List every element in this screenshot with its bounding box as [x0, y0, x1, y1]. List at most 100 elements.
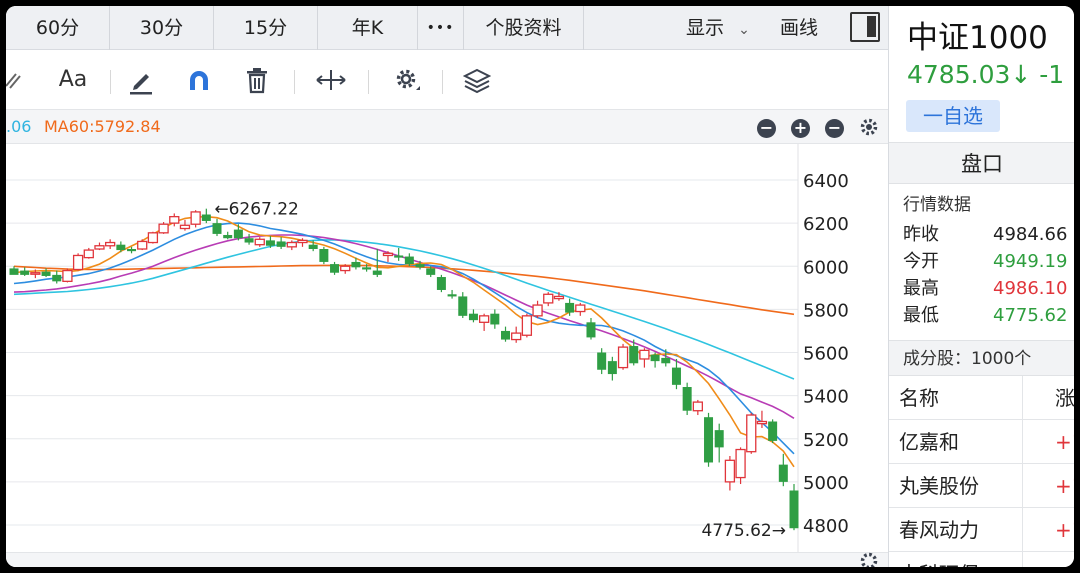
candle-body — [212, 223, 222, 234]
candle-body — [768, 421, 778, 441]
candle-body — [521, 315, 533, 336]
candle-body — [372, 270, 382, 275]
watchlist-button[interactable]: 一自选 — [906, 100, 1000, 132]
toolbar-divider — [294, 70, 295, 94]
quote-value: 4984.66 — [993, 224, 1068, 245]
candle-body — [478, 315, 490, 323]
candle-body — [543, 293, 554, 304]
candle-body — [746, 414, 757, 453]
y-tick-label: 5600 — [803, 344, 849, 365]
candle-body — [671, 367, 681, 385]
tab-stock-info[interactable]: 个股资料 — [464, 6, 584, 50]
quote-label: 最低 — [903, 305, 939, 326]
list-item[interactable]: 丸美股份 +1 — [889, 464, 1074, 508]
app-window: 60分 30分 15分 年K ••• 个股资料 显示 ⌄ 画线 Aa .06 M… — [6, 6, 1074, 567]
pen-icon[interactable] — [126, 62, 156, 98]
toolbar-divider — [368, 70, 369, 94]
layers-icon[interactable] — [462, 62, 492, 98]
candle-body — [254, 238, 265, 246]
candle-body — [83, 249, 94, 259]
quote-label: 昨收 — [903, 224, 939, 245]
candle-body — [394, 255, 404, 258]
kline-svg[interactable]: 6400 6200 6000 5800 5600 5400 5200 5000 4800 ←626… — [6, 144, 888, 554]
candle-body — [319, 249, 329, 262]
tab-yearly-k[interactable]: 年K — [318, 6, 418, 50]
candle-body — [650, 354, 660, 362]
tab-more[interactable]: ••• — [418, 6, 464, 50]
side-panel-toggle-icon[interactable] — [850, 12, 880, 42]
candle-body — [105, 241, 116, 247]
list-item-name: 春风动力 — [899, 518, 979, 542]
candle-body — [116, 244, 126, 251]
gear-icon[interactable] — [390, 62, 424, 98]
candle-body — [340, 265, 351, 272]
candle-body — [436, 277, 446, 290]
ma5-line — [13, 215, 795, 468]
candlestick-chart[interactable]: 6400 6200 6000 5800 5600 5400 5200 5000 4800 ←626… — [6, 144, 888, 554]
trash-icon[interactable] — [242, 62, 272, 98]
candle-body — [362, 267, 372, 270]
candle-body — [244, 238, 254, 243]
candle-body — [682, 387, 692, 411]
list-item[interactable]: 中科环保 — [889, 552, 1074, 567]
y-tick-label: 6000 — [803, 257, 849, 278]
candle-body — [532, 304, 543, 317]
candle-body — [458, 296, 468, 316]
gear-icon[interactable] — [858, 549, 880, 567]
candle-body — [415, 264, 425, 268]
gear-icon[interactable] — [858, 110, 880, 144]
column-divider — [1022, 376, 1023, 420]
drawing-tools-icon[interactable] — [6, 62, 28, 98]
font-button[interactable]: Aa — [52, 62, 94, 98]
list-item-change: +1 — [1055, 430, 1074, 454]
magnet-icon[interactable] — [184, 62, 214, 98]
candle-body — [597, 352, 607, 370]
candle-body — [276, 241, 286, 247]
candle-body — [629, 346, 639, 364]
candle-body — [297, 239, 308, 244]
quote-value: 4986.10 — [993, 278, 1068, 299]
candle-body — [490, 313, 500, 325]
candle-body — [9, 268, 19, 275]
candle-body — [704, 417, 714, 463]
display-label: 显示 — [686, 17, 725, 39]
candle-body — [20, 270, 30, 275]
candle-body — [501, 330, 511, 340]
candle-body — [617, 346, 629, 369]
candle-body — [158, 223, 169, 234]
column-divider — [1022, 464, 1023, 508]
y-tick-label: 5400 — [803, 387, 849, 408]
candle-body — [308, 244, 318, 249]
candle-body — [661, 357, 671, 364]
candle-body — [553, 295, 565, 300]
list-item[interactable]: 春风动力 +1 — [889, 508, 1074, 552]
display-dropdown[interactable]: 显示 ⌄ — [686, 6, 750, 50]
toolbar-divider — [110, 70, 111, 94]
horizontal-scale-icon[interactable] — [314, 62, 348, 98]
quote-row-open: 今开 4949.19 — [903, 248, 1074, 275]
tab-30min[interactable]: 30分 — [110, 6, 214, 50]
column-divider — [1022, 508, 1023, 552]
quote-row-low: 最低 4775.62 — [903, 302, 1074, 329]
candle-body — [426, 268, 436, 275]
low-annotation: 4775.62→ — [701, 521, 786, 541]
tab-60min[interactable]: 60分 — [6, 6, 110, 50]
draw-line-button[interactable]: 画线 — [780, 6, 818, 50]
drawing-toolbar: Aa — [6, 50, 888, 110]
minus-circle-icon[interactable]: − — [757, 119, 776, 138]
order-book-tab[interactable]: 盘口 — [889, 142, 1074, 184]
market-data-title: 行情数据 — [903, 195, 971, 215]
quote-row-prev-close: 昨收 4984.66 — [903, 221, 1074, 248]
list-item-name: 亿嘉和 — [899, 430, 959, 454]
minus-circle-icon[interactable]: − — [825, 119, 844, 138]
candle-body — [724, 459, 736, 483]
plus-circle-icon[interactable]: + — [791, 119, 810, 138]
candle-body — [233, 229, 243, 239]
list-item-change: +1 — [1055, 474, 1074, 498]
tab-15min[interactable]: 15分 — [214, 6, 318, 50]
candle-body — [511, 332, 522, 341]
list-header-change[interactable]: 涨 — [1055, 376, 1074, 420]
column-divider — [1022, 420, 1023, 464]
candle-body — [137, 240, 148, 250]
list-item[interactable]: 亿嘉和 +1 — [889, 420, 1074, 464]
